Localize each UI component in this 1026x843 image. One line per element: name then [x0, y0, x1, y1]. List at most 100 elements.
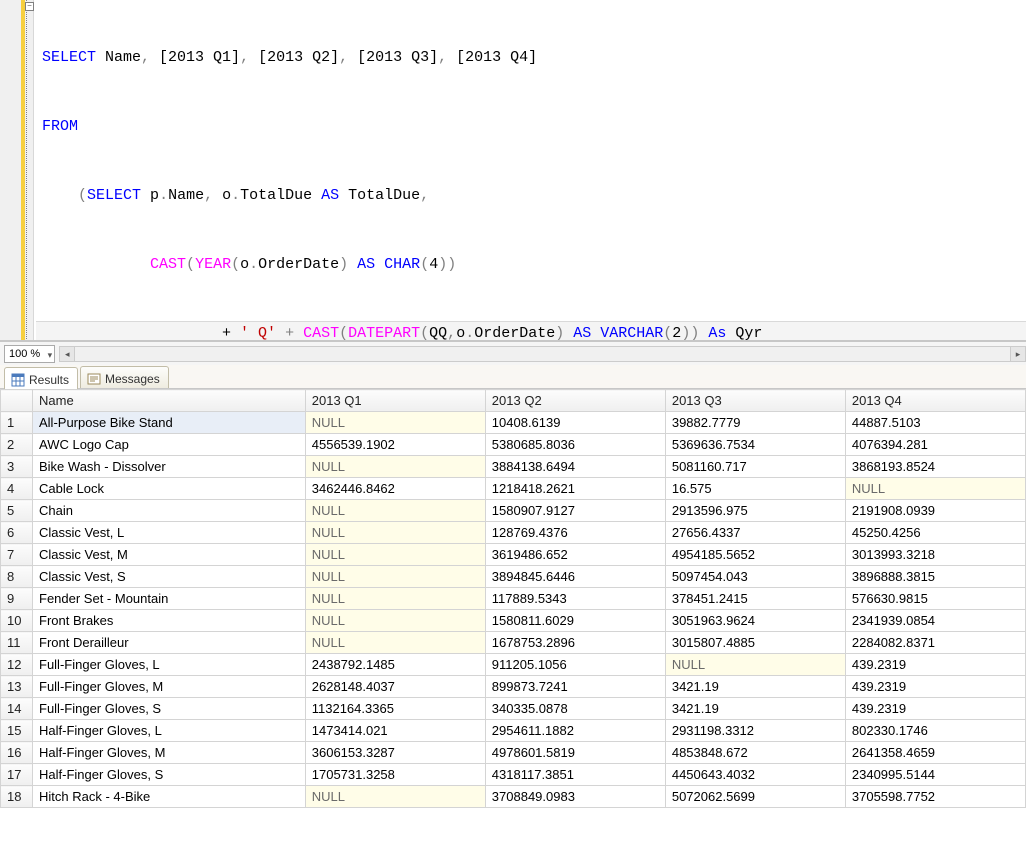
cell[interactable]: 3894845.6446 [485, 566, 665, 588]
table-row[interactable]: 12Full-Finger Gloves, L2438792.148591120… [1, 654, 1026, 676]
cell[interactable]: 10408.6139 [485, 412, 665, 434]
cell[interactable]: 378451.2415 [665, 588, 845, 610]
cell[interactable]: 4556539.1902 [305, 434, 485, 456]
cell[interactable]: 27656.4337 [665, 522, 845, 544]
table-row[interactable]: 18Hitch Rack - 4-BikeNULL3708849.0983507… [1, 786, 1026, 808]
cell[interactable]: 4318117.3851 [485, 764, 665, 786]
row-number[interactable]: 15 [1, 720, 33, 742]
cell[interactable]: 2931198.3312 [665, 720, 845, 742]
cell[interactable]: 3421.19 [665, 698, 845, 720]
cell[interactable]: Bike Wash - Dissolver [33, 456, 306, 478]
cell[interactable]: Classic Vest, S [33, 566, 306, 588]
cell[interactable]: 439.2319 [845, 654, 1025, 676]
corner-cell[interactable] [1, 390, 33, 412]
cell[interactable]: 2340995.5144 [845, 764, 1025, 786]
cell[interactable]: NULL [305, 610, 485, 632]
row-number[interactable]: 12 [1, 654, 33, 676]
cell[interactable]: 2341939.0854 [845, 610, 1025, 632]
table-row[interactable]: 5ChainNULL1580907.91272913596.9752191908… [1, 500, 1026, 522]
cell[interactable]: 5369636.7534 [665, 434, 845, 456]
table-row[interactable]: 13Full-Finger Gloves, M2628148.403789987… [1, 676, 1026, 698]
cell[interactable]: 3606153.3287 [305, 742, 485, 764]
cell[interactable]: 5072062.5699 [665, 786, 845, 808]
row-number[interactable]: 17 [1, 764, 33, 786]
row-number[interactable]: 13 [1, 676, 33, 698]
tab-messages[interactable]: Messages [80, 366, 169, 388]
cell[interactable]: 2913596.975 [665, 500, 845, 522]
code-area[interactable]: SELECT Name, [2013 Q1], [2013 Q2], [2013… [36, 0, 1026, 341]
table-row[interactable]: 11Front DerailleurNULL1678753.2896301580… [1, 632, 1026, 654]
row-number[interactable]: 10 [1, 610, 33, 632]
row-number[interactable]: 7 [1, 544, 33, 566]
cell[interactable]: Front Brakes [33, 610, 306, 632]
cell[interactable]: 45250.4256 [845, 522, 1025, 544]
col-q4[interactable]: 2013 Q4 [845, 390, 1025, 412]
cell[interactable]: 911205.1056 [485, 654, 665, 676]
cell[interactable]: 3896888.3815 [845, 566, 1025, 588]
col-name[interactable]: Name [33, 390, 306, 412]
cell[interactable]: Full-Finger Gloves, S [33, 698, 306, 720]
cell[interactable]: 4978601.5819 [485, 742, 665, 764]
table-row[interactable]: 15Half-Finger Gloves, L1473414.021295461… [1, 720, 1026, 742]
cell[interactable]: Full-Finger Gloves, M [33, 676, 306, 698]
cell[interactable]: NULL [665, 654, 845, 676]
col-q2[interactable]: 2013 Q2 [485, 390, 665, 412]
cell[interactable]: 1705731.3258 [305, 764, 485, 786]
table-row[interactable]: 17Half-Finger Gloves, S1705731.325843181… [1, 764, 1026, 786]
cell[interactable]: Half-Finger Gloves, L [33, 720, 306, 742]
cell[interactable]: 4076394.281 [845, 434, 1025, 456]
cell[interactable]: 5380685.8036 [485, 434, 665, 456]
cell[interactable]: NULL [305, 522, 485, 544]
cell[interactable]: 1473414.021 [305, 720, 485, 742]
cell[interactable]: 2284082.8371 [845, 632, 1025, 654]
table-row[interactable]: 8Classic Vest, SNULL3894845.64465097454.… [1, 566, 1026, 588]
cell[interactable]: 3619486.652 [485, 544, 665, 566]
cell[interactable]: 4853848.672 [665, 742, 845, 764]
cell[interactable]: 3462446.8462 [305, 478, 485, 500]
cell[interactable]: 439.2319 [845, 698, 1025, 720]
cell[interactable]: 3868193.8524 [845, 456, 1025, 478]
row-number[interactable]: 2 [1, 434, 33, 456]
cell[interactable]: 3705598.7752 [845, 786, 1025, 808]
cell[interactable]: 576630.9815 [845, 588, 1025, 610]
cell[interactable]: NULL [845, 478, 1025, 500]
cell[interactable]: Half-Finger Gloves, M [33, 742, 306, 764]
cell[interactable]: 2641358.4659 [845, 742, 1025, 764]
cell[interactable]: 3051963.9624 [665, 610, 845, 632]
row-number[interactable]: 18 [1, 786, 33, 808]
cell[interactable]: 39882.7779 [665, 412, 845, 434]
cell[interactable]: Front Derailleur [33, 632, 306, 654]
cell[interactable]: 2191908.0939 [845, 500, 1025, 522]
cell[interactable]: 5097454.043 [665, 566, 845, 588]
results-pane[interactable]: Name 2013 Q1 2013 Q2 2013 Q3 2013 Q4 1Al… [0, 389, 1026, 841]
row-number[interactable]: 6 [1, 522, 33, 544]
cell[interactable]: 1580811.6029 [485, 610, 665, 632]
cell[interactable]: 128769.4376 [485, 522, 665, 544]
cell[interactable]: 899873.7241 [485, 676, 665, 698]
table-row[interactable]: 6Classic Vest, LNULL128769.437627656.433… [1, 522, 1026, 544]
cell[interactable]: Half-Finger Gloves, S [33, 764, 306, 786]
table-row[interactable]: 2AWC Logo Cap4556539.19025380685.8036536… [1, 434, 1026, 456]
cell[interactable]: 4954185.5652 [665, 544, 845, 566]
table-row[interactable]: 4Cable Lock3462446.84621218418.262116.57… [1, 478, 1026, 500]
row-number[interactable]: 3 [1, 456, 33, 478]
cell[interactable]: Full-Finger Gloves, L [33, 654, 306, 676]
table-row[interactable]: 16Half-Finger Gloves, M3606153.328749786… [1, 742, 1026, 764]
tab-results[interactable]: Results [4, 367, 78, 389]
zoom-select[interactable]: 100 % [4, 345, 55, 363]
horizontal-scrollbar[interactable]: ◂ ▸ [59, 346, 1026, 362]
cell[interactable]: 3015807.4885 [665, 632, 845, 654]
cell[interactable]: NULL [305, 566, 485, 588]
cell[interactable]: 802330.1746 [845, 720, 1025, 742]
table-row[interactable]: 14Full-Finger Gloves, S1132164.336534033… [1, 698, 1026, 720]
cell[interactable]: 3884138.6494 [485, 456, 665, 478]
cell[interactable]: NULL [305, 632, 485, 654]
row-number[interactable]: 8 [1, 566, 33, 588]
cell[interactable]: NULL [305, 786, 485, 808]
cell[interactable]: All-Purpose Bike Stand [33, 412, 306, 434]
table-row[interactable]: 3Bike Wash - DissolverNULL3884138.649450… [1, 456, 1026, 478]
cell[interactable]: 3421.19 [665, 676, 845, 698]
cell[interactable]: 5081160.717 [665, 456, 845, 478]
cell[interactable]: AWC Logo Cap [33, 434, 306, 456]
col-q1[interactable]: 2013 Q1 [305, 390, 485, 412]
